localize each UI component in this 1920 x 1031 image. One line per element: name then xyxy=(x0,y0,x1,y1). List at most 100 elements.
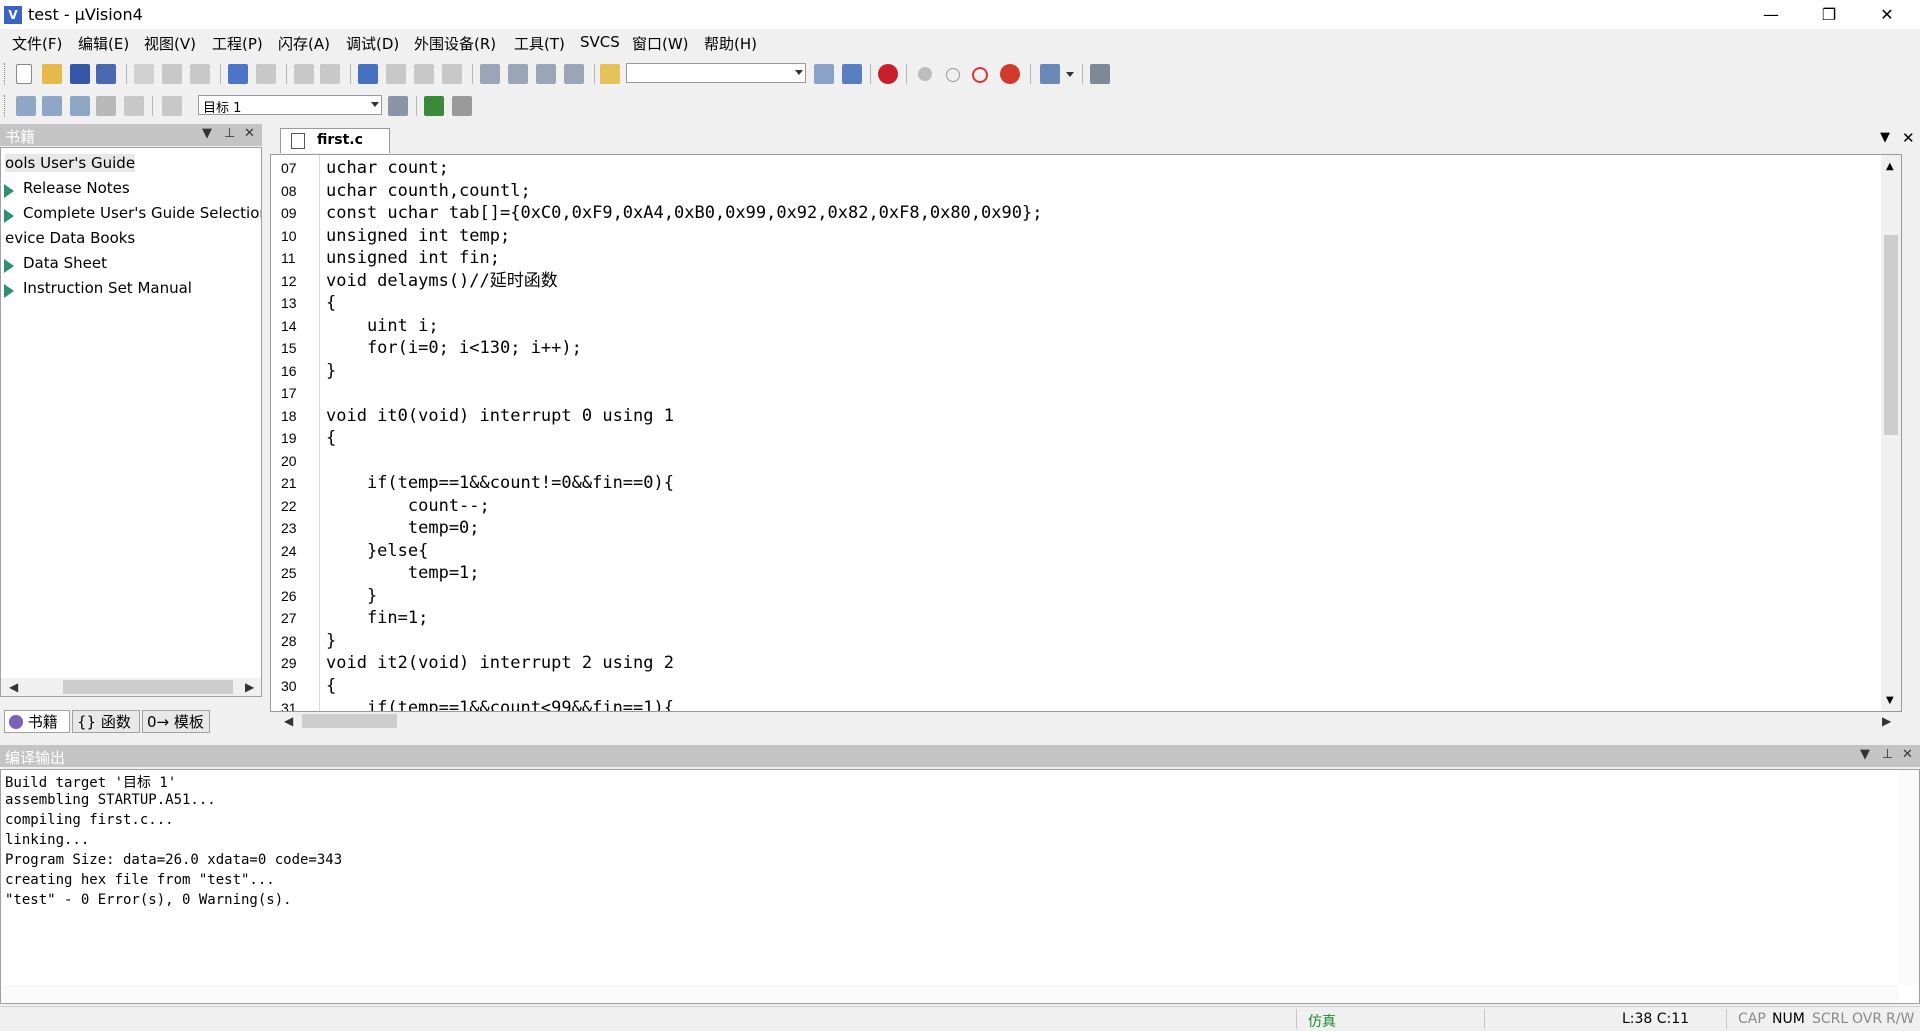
undo-icon[interactable] xyxy=(228,64,248,84)
new-file-icon[interactable] xyxy=(16,64,32,84)
uncomment-icon[interactable] xyxy=(564,64,584,84)
navigate-forward-icon[interactable] xyxy=(320,64,340,84)
scroll-right-icon[interactable]: ▶ xyxy=(1882,714,1891,728)
window-layout-icon[interactable] xyxy=(1040,64,1060,84)
pin-icon[interactable]: ⊥ xyxy=(1882,747,1893,762)
line-number: 08 xyxy=(281,182,297,199)
debug-session-icon[interactable] xyxy=(878,64,898,84)
pin-icon[interactable]: ⊥ xyxy=(224,126,235,141)
books-hscrollbar[interactable]: ◀ ▶ xyxy=(1,678,261,696)
scroll-up-icon[interactable]: ▲ xyxy=(1886,161,1894,172)
status-num: NUM xyxy=(1772,1011,1805,1027)
menu-view[interactable]: 视图(V) xyxy=(144,33,196,54)
editor-close-icon[interactable]: ✕ xyxy=(1902,129,1915,147)
code-editor[interactable]: 07 uchar count; 08 uchar counth,countl; 09 co… xyxy=(270,154,1902,712)
menu-flash[interactable]: 闪存(A) xyxy=(278,33,330,54)
manage-multiproject-icon[interactable] xyxy=(452,96,472,116)
scroll-left-icon[interactable]: ◀ xyxy=(9,680,18,694)
batch-build-icon[interactable] xyxy=(96,96,116,116)
line-code: uchar count; xyxy=(326,158,449,178)
paste-icon[interactable] xyxy=(190,64,210,84)
output-line: assembling STARTUP.A51... xyxy=(5,792,216,808)
line-code: uchar counth,countl; xyxy=(326,180,531,201)
menu-peripherals[interactable]: 外围设备(R) xyxy=(414,33,496,54)
comment-icon[interactable] xyxy=(536,64,556,84)
enable-breakpoint-icon[interactable] xyxy=(946,68,960,82)
menu-window[interactable]: 窗口(W) xyxy=(632,33,689,54)
output-hscrollbar[interactable] xyxy=(1,985,1899,1003)
close-button[interactable]: ✕ xyxy=(1858,0,1916,29)
open-folder-icon[interactable] xyxy=(42,64,62,84)
book-label: ools User's Guide xyxy=(5,154,136,172)
target-select[interactable]: 目标 1 xyxy=(198,95,382,116)
redo-icon[interactable] xyxy=(256,64,276,84)
configure-wrench-icon[interactable] xyxy=(1090,64,1110,84)
tab-templates[interactable]: 0→ 模板 xyxy=(142,710,210,733)
bookmark-prev-icon[interactable] xyxy=(386,64,406,84)
bookmark-next-icon[interactable] xyxy=(414,64,434,84)
find-in-files-icon[interactable] xyxy=(600,64,620,84)
chevron-down-icon[interactable] xyxy=(371,102,379,107)
toolbar-grip[interactable] xyxy=(4,95,8,117)
scroll-left-icon[interactable]: ◀ xyxy=(284,714,293,728)
editor-hscrollbar[interactable]: ◀ ▶ xyxy=(278,712,1902,730)
panel-dropdown-icon[interactable]: ▼ xyxy=(1860,747,1870,762)
menu-file[interactable]: 文件(F) xyxy=(12,33,62,54)
panel-dropdown-icon[interactable]: ▼ xyxy=(202,126,212,141)
manage-components-icon[interactable] xyxy=(424,96,444,116)
toolbar-separator xyxy=(870,64,871,84)
find-combo[interactable] xyxy=(626,63,806,83)
download-load-icon[interactable] xyxy=(162,96,182,116)
bookmark-clear-icon[interactable] xyxy=(442,64,462,84)
menu-project[interactable]: 工程(P) xyxy=(212,33,263,54)
scrollbar-thumb[interactable] xyxy=(63,680,233,694)
tab-books[interactable]: 书籍 xyxy=(4,710,70,733)
scroll-right-icon[interactable]: ▶ xyxy=(245,680,254,694)
line-number: 21 xyxy=(281,475,297,491)
close-icon[interactable]: ✕ xyxy=(244,126,255,141)
line-code: count--; xyxy=(326,495,490,516)
rebuild-icon[interactable] xyxy=(70,96,90,116)
tab-functions[interactable]: {} 函数 xyxy=(72,710,140,733)
incremental-find-icon[interactable] xyxy=(842,64,862,84)
disable-breakpoints-icon[interactable] xyxy=(972,67,988,83)
menu-debug[interactable]: 调试(D) xyxy=(346,33,399,54)
build-output[interactable]: Build target '目标 1' assembling STARTUP.A5… xyxy=(0,769,1920,1004)
menu-svcs[interactable]: SVCS xyxy=(580,33,620,51)
target-options-icon[interactable] xyxy=(388,96,408,116)
close-icon[interactable]: ✕ xyxy=(1902,747,1913,762)
toolbar-separator xyxy=(1030,64,1031,84)
menu-edit[interactable]: 编辑(E) xyxy=(78,33,129,54)
stop-build-icon[interactable] xyxy=(124,96,144,116)
indent-icon[interactable] xyxy=(480,64,500,84)
unindent-icon[interactable] xyxy=(508,64,528,84)
bookmark-toggle-icon[interactable] xyxy=(358,64,378,84)
kill-breakpoints-icon[interactable] xyxy=(1000,64,1020,84)
scrollbar-thumb[interactable] xyxy=(302,714,397,728)
scroll-down-icon[interactable]: ▼ xyxy=(1886,695,1894,706)
scrollbar-thumb[interactable] xyxy=(1884,235,1898,435)
restore-button[interactable]: ❐ xyxy=(1800,0,1858,29)
build-toolbar: 目标 1 xyxy=(0,91,480,121)
output-panel-header: 编译输出 ▼ ⊥ ✕ xyxy=(0,745,1920,767)
line-number: 19 xyxy=(281,430,297,446)
build-icon[interactable] xyxy=(42,96,62,116)
chevron-down-icon[interactable] xyxy=(795,70,803,75)
menu-help[interactable]: 帮助(H) xyxy=(704,33,757,54)
copy-icon[interactable] xyxy=(162,64,182,84)
insert-breakpoint-icon[interactable] xyxy=(918,67,932,81)
output-vscrollbar[interactable] xyxy=(1899,770,1919,985)
navigate-back-icon[interactable] xyxy=(294,64,314,84)
minimize-button[interactable]: — xyxy=(1742,0,1800,29)
save-all-icon[interactable] xyxy=(96,64,116,84)
editor-dropdown-icon[interactable]: ▼ xyxy=(1880,130,1890,145)
save-icon[interactable] xyxy=(70,64,90,84)
cut-icon[interactable] xyxy=(134,64,154,84)
editor-tab-first-c[interactable]: first.c xyxy=(280,128,390,153)
toolbar-grip[interactable] xyxy=(4,63,8,85)
menu-tools[interactable]: 工具(T) xyxy=(514,33,565,54)
chevron-down-icon[interactable] xyxy=(1066,72,1074,77)
translate-icon[interactable] xyxy=(16,96,36,116)
find-icon[interactable] xyxy=(814,64,834,84)
editor-vscrollbar[interactable]: ▲ ▼ xyxy=(1881,155,1901,711)
